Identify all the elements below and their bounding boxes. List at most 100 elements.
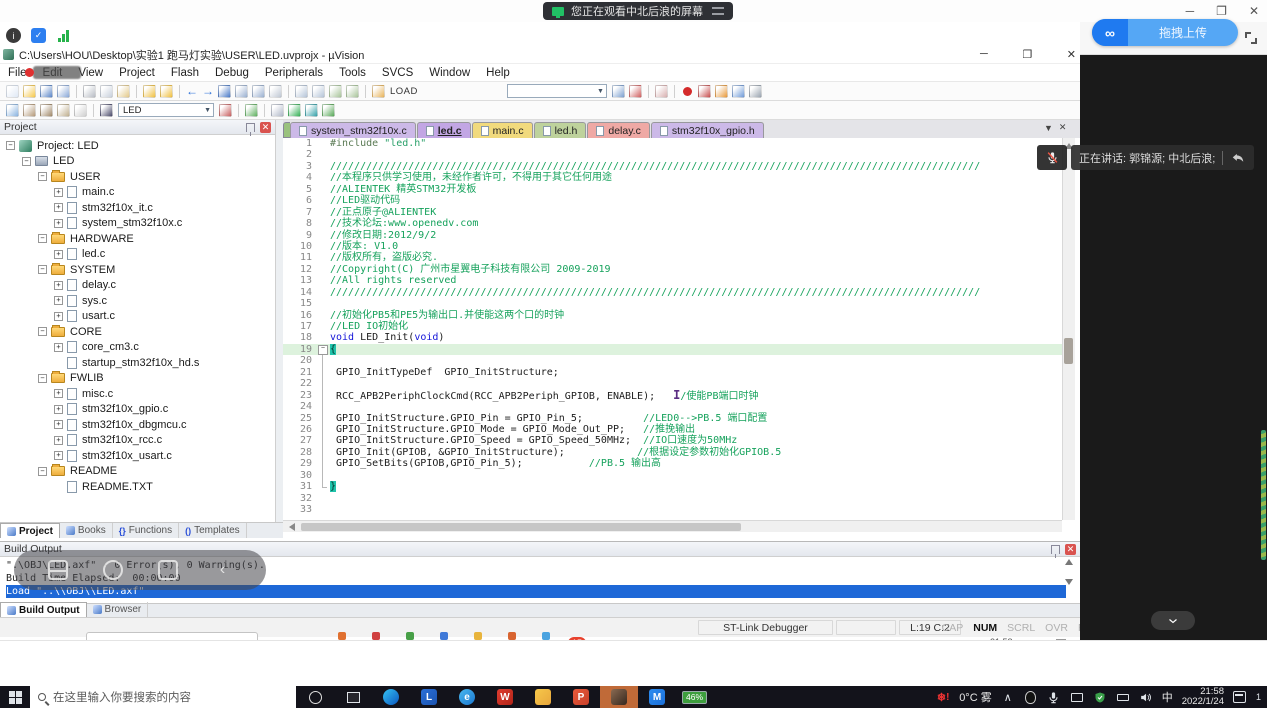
tree-item-readme[interactable]: −README — [2, 464, 275, 480]
batch-build-icon[interactable] — [57, 104, 70, 117]
fold-marker[interactable] — [317, 424, 330, 435]
message-icon[interactable] — [158, 560, 178, 580]
translate-icon[interactable] — [6, 104, 19, 117]
notification-center-icon[interactable] — [1233, 690, 1247, 704]
editor-hscroll-thumb[interactable] — [301, 523, 741, 531]
breakpoint-disable-icon[interactable] — [698, 85, 711, 98]
menu-svcs[interactable]: SVCS — [382, 67, 413, 79]
watching-banner[interactable]: 您正在观看中北后浪的屏幕 — [543, 2, 733, 20]
expander-icon[interactable]: + — [54, 436, 63, 445]
tree-item-stm32f10x_rcc.c[interactable]: +stm32f10x_rcc.c — [2, 433, 275, 449]
uncomment-icon[interactable] — [346, 85, 359, 98]
panel-tab-project[interactable]: Project — [0, 523, 60, 538]
fold-marker[interactable] — [317, 344, 330, 355]
tab-close-icon[interactable]: ✕ — [1059, 122, 1067, 133]
bookmark-toggle-icon[interactable] — [218, 85, 231, 98]
save-icon[interactable] — [40, 85, 53, 98]
editor-tab-system_stm32f10x.c[interactable]: system_stm32f10x.c — [290, 122, 416, 138]
tree-item-delay.c[interactable]: +delay.c — [2, 278, 275, 294]
fullscreen-icon[interactable] — [1245, 32, 1257, 44]
tree-item-core[interactable]: −CORE — [2, 324, 275, 340]
expander-icon[interactable]: − — [38, 327, 47, 336]
expander-icon[interactable]: + — [54, 343, 63, 352]
menu-view[interactable]: View — [78, 67, 103, 79]
new-file-icon[interactable] — [6, 85, 19, 98]
editor-tab-stm32f10x_gpio.h[interactable]: stm32f10x_gpio.h — [651, 122, 764, 138]
download-binoculars-icon[interactable] — [100, 104, 113, 117]
scroll-up-icon[interactable] — [1065, 555, 1073, 565]
sidebar-scrollbar-thumb[interactable] — [1261, 430, 1266, 560]
task-view-button[interactable] — [334, 686, 372, 708]
tree-item-led[interactable]: −LED — [2, 154, 275, 170]
expander-icon[interactable]: + — [54, 296, 63, 305]
fold-marker[interactable] — [317, 447, 330, 458]
tree-item-misc.c[interactable]: +misc.c — [2, 386, 275, 402]
panel-tab-build-output[interactable]: Build Output — [0, 602, 87, 617]
taskbar-app-wps-writer[interactable]: P — [562, 686, 600, 708]
expander-icon[interactable]: − — [38, 467, 47, 476]
expander-icon[interactable]: − — [22, 157, 31, 166]
taskbar-app-voov-meeting[interactable]: M — [638, 686, 676, 708]
editor-vscroll-thumb[interactable] — [1064, 338, 1073, 364]
taskbar-search-input[interactable]: 在这里输入你要搜索的内容 — [30, 686, 296, 708]
fold-marker[interactable] — [317, 401, 330, 412]
file-layers-icon[interactable] — [271, 104, 284, 117]
panel-tab-templates[interactable]: ()Templates — [179, 523, 247, 538]
panel-tab-books[interactable]: Books — [60, 523, 113, 538]
cut-icon[interactable] — [83, 85, 96, 98]
redo-icon[interactable] — [160, 85, 173, 98]
fold-marker[interactable] — [317, 470, 330, 481]
info-circle-icon[interactable]: i — [6, 28, 21, 43]
tree-item-system[interactable]: −SYSTEM — [2, 262, 275, 278]
menu-peripherals[interactable]: Peripherals — [265, 67, 323, 79]
fold-marker[interactable] — [317, 435, 330, 446]
banner-menu-icon[interactable] — [712, 7, 724, 15]
drag-upload-button[interactable]: ∞ 拖拽上传 — [1092, 19, 1238, 46]
uvision-close-button[interactable]: ✕ — [1067, 48, 1076, 61]
mic-muted-icon[interactable] — [1037, 145, 1067, 170]
bookmark-clear-icon[interactable] — [269, 85, 282, 98]
configure-wrench-icon[interactable] — [749, 85, 762, 98]
undo-icon[interactable] — [143, 85, 156, 98]
grid-icon[interactable] — [48, 560, 68, 580]
uvision-restore-button[interactable]: ❐ — [1022, 48, 1032, 61]
tree-item-fwlib[interactable]: −FWLIB — [2, 371, 275, 387]
back-arrow-icon[interactable]: ‹ — [213, 560, 233, 580]
tree-item-main.c[interactable]: +main.c — [2, 185, 275, 201]
reply-arrow-icon[interactable] — [1230, 151, 1246, 165]
remote-desktop-icon[interactable] — [1070, 690, 1084, 704]
battery-icon[interactable] — [1116, 690, 1130, 704]
tree-item-sys.c[interactable]: +sys.c — [2, 293, 275, 309]
comment-icon[interactable] — [329, 85, 342, 98]
panel-tab-browser[interactable]: Browser — [87, 602, 149, 617]
taskbar-clock[interactable]: 21:58 2022/1/24 — [1182, 687, 1224, 707]
stop-build-icon[interactable] — [74, 104, 87, 117]
find-magnifier-icon[interactable] — [655, 85, 668, 98]
expander-icon[interactable]: + — [54, 281, 63, 290]
tree-item-core_cm3.c[interactable]: +core_cm3.c — [2, 340, 275, 356]
ime-indicator[interactable]: 中 — [1162, 689, 1173, 705]
taskbar-app-browser-2345[interactable]: e — [448, 686, 486, 708]
fold-marker[interactable] — [317, 390, 330, 401]
expander-icon[interactable]: − — [38, 172, 47, 181]
breakpoint-diamond-icon[interactable] — [715, 85, 728, 98]
restore-button[interactable]: ❐ — [1216, 4, 1227, 18]
manage-green-icon[interactable] — [288, 104, 301, 117]
signal-bars-icon[interactable] — [56, 28, 71, 43]
taskbar-app-meeting-app[interactable] — [600, 686, 638, 708]
code-editor[interactable]: 1#include "led.h"23/////////////////////… — [283, 138, 1062, 520]
tree-item-stm32f10x_usart.c[interactable]: +stm32f10x_usart.c — [2, 448, 275, 464]
indent-icon[interactable] — [295, 85, 308, 98]
expander-icon[interactable]: − — [38, 234, 47, 243]
menu-tools[interactable]: Tools — [339, 67, 366, 79]
uvision-title-bar[interactable]: C:\Users\HOU\Desktop\实验1 跑马灯实验\USER\LED.… — [0, 46, 1080, 64]
tree-item-project-led[interactable]: −Project: LED — [2, 138, 275, 154]
rebuild-icon[interactable] — [40, 104, 53, 117]
close-button[interactable]: ✕ — [1249, 4, 1259, 18]
window-grid-icon[interactable] — [732, 85, 745, 98]
record-dot-icon[interactable] — [683, 87, 692, 96]
tree-item-system_stm32f10x.c[interactable]: +system_stm32f10x.c — [2, 216, 275, 232]
copy-icon[interactable] — [100, 85, 113, 98]
taskbar-app-file-explorer[interactable] — [524, 686, 562, 708]
target-options-icon[interactable] — [219, 104, 232, 117]
